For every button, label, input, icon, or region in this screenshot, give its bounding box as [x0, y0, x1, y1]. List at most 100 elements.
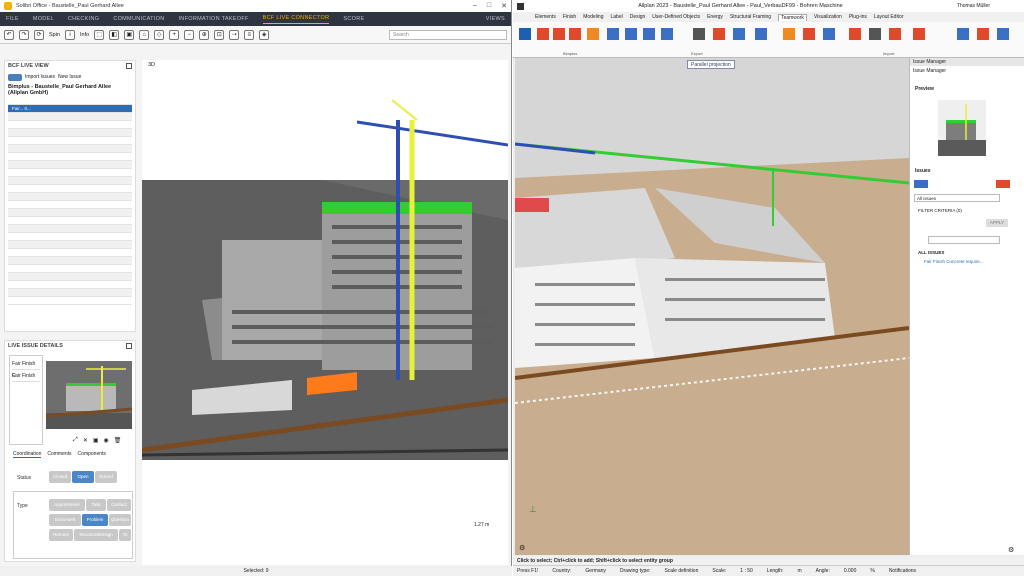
panel-maximize-icon[interactable]	[126, 63, 132, 69]
spin-icon[interactable]: ⟳	[34, 29, 44, 40]
table-row[interactable]	[8, 225, 132, 233]
menu-information-takeoff[interactable]: INFORMATION TAKEOFF	[178, 16, 248, 22]
add-issue-icon[interactable]	[914, 180, 928, 188]
list-item[interactable]: Fair Finish C	[12, 358, 40, 379]
issue-list[interactable]: Fair Finish C Fair Finish	[9, 355, 43, 445]
import-more-icon[interactable]	[913, 28, 925, 40]
view-settings-icon[interactable]: ⚙	[519, 544, 525, 552]
import-issues-button[interactable]: Import Issues	[25, 74, 55, 80]
box-icon[interactable]: ▣	[124, 29, 135, 40]
tab-teamwork[interactable]: Teamwork	[778, 13, 807, 21]
table-row[interactable]	[8, 281, 132, 289]
tab-coordination[interactable]: Coordination	[13, 451, 42, 458]
layers-icon[interactable]: ≡	[244, 29, 255, 40]
table-row[interactable]	[8, 161, 132, 169]
issue-icon[interactable]	[587, 28, 599, 40]
import-icon[interactable]	[783, 28, 795, 40]
cube-icon[interactable]: ◇	[154, 29, 165, 40]
solibri-3d-view[interactable]: 3D	[142, 60, 508, 565]
status-open-chip[interactable]: Open	[72, 471, 94, 483]
tab-visualization[interactable]: Visualization	[814, 14, 842, 20]
table-row[interactable]	[8, 265, 132, 273]
menu-communication[interactable]: COMMUNICATION	[113, 16, 164, 22]
camera-icon[interactable]: ◉	[104, 437, 109, 444]
minimize-icon[interactable]: –	[473, 2, 477, 10]
tab-finish[interactable]: Finish	[563, 14, 576, 20]
table-row[interactable]	[8, 217, 132, 225]
undo-icon[interactable]: ↶	[4, 29, 14, 40]
type-remark-chip[interactable]: Remark	[49, 529, 73, 541]
table-row[interactable]	[8, 257, 132, 265]
tab-comments[interactable]: Comments	[47, 451, 71, 458]
zoom-out-icon[interactable]: −	[184, 29, 195, 40]
export-cloud-icon[interactable]	[733, 28, 745, 40]
table-row[interactable]	[8, 297, 132, 305]
settings-icon[interactable]: ⚙	[1008, 546, 1014, 554]
building-model[interactable]	[142, 60, 508, 565]
notifications-button[interactable]: Notifications	[889, 566, 916, 576]
grid-icon[interactable]	[997, 28, 1009, 40]
angle-value[interactable]: 0.000	[844, 566, 857, 576]
pen-icon[interactable]	[977, 28, 989, 40]
refresh-issues-icon[interactable]	[996, 180, 1010, 188]
tab-modeling[interactable]: Modeling	[583, 14, 603, 20]
download-icon[interactable]	[553, 28, 565, 40]
type-problem-chip[interactable]: Problem	[82, 514, 108, 526]
table-row[interactable]	[8, 129, 132, 137]
drawing-type-value[interactable]: Scale definition	[664, 566, 698, 576]
table-row[interactable]	[8, 177, 132, 185]
table-row[interactable]	[8, 185, 132, 193]
table-row[interactable]	[8, 233, 132, 241]
issue-search-input[interactable]	[928, 236, 1000, 244]
select-icon[interactable]: ⬚	[94, 29, 105, 40]
upload-icon[interactable]	[537, 28, 549, 40]
tab-structural-framing[interactable]: Structural Framing	[730, 14, 771, 20]
status-closed-chip[interactable]: Closed	[49, 471, 71, 483]
type-document-chip[interactable]: Document	[49, 514, 81, 526]
maximize-icon[interactable]: □	[487, 2, 491, 10]
type-appointment-chip[interactable]: Appointment	[49, 499, 85, 511]
tab-layout-editor[interactable]: Layout Editor	[874, 14, 903, 20]
export-pdf-icon[interactable]	[643, 28, 655, 40]
tab-components[interactable]: Components	[78, 451, 106, 458]
delete-icon[interactable]: ✕	[83, 437, 88, 444]
close-icon[interactable]: ✕	[501, 2, 507, 10]
cloud-icon[interactable]	[957, 28, 969, 40]
bcf-issue-table[interactable]: Fair... 0...	[8, 97, 132, 305]
bcf-toggle[interactable]	[8, 73, 22, 81]
scale-value[interactable]: 1 : 50	[740, 566, 753, 576]
type-task-chip[interactable]: Task	[86, 499, 106, 511]
bimplus-icon[interactable]	[519, 28, 531, 40]
panel-maximize-icon[interactable]	[126, 343, 132, 349]
table-row[interactable]	[8, 249, 132, 257]
apply-button[interactable]: APPLY	[986, 219, 1008, 227]
tab-user-defined-objects[interactable]: User-Defined Objects	[652, 14, 700, 20]
tab-plugins[interactable]: Plug-ins	[849, 14, 867, 20]
table-row[interactable]	[8, 121, 132, 129]
sections-icon[interactable]: ◈	[259, 29, 270, 40]
tab-energy[interactable]: Energy	[707, 14, 723, 20]
table-row[interactable]	[8, 145, 132, 153]
menu-views[interactable]: VIEWS	[486, 16, 505, 22]
building-model-allplan[interactable]	[515, 58, 909, 555]
table-row[interactable]	[8, 201, 132, 209]
sync-icon[interactable]	[569, 28, 581, 40]
tab-elements[interactable]: Elements	[535, 14, 556, 20]
parallel-projection-badge[interactable]: Parallel projection	[687, 60, 735, 69]
import-ifc-icon[interactable]	[803, 28, 815, 40]
allplan-3d-view[interactable]: Parallel projection ⊥ ⚙	[515, 58, 909, 555]
type-structuraldesign-chip[interactable]: StructuralDesign	[74, 529, 118, 541]
menu-score[interactable]: SCORE	[343, 16, 364, 22]
length-unit[interactable]: m	[797, 566, 801, 576]
rhino-import-icon[interactable]	[869, 28, 881, 40]
tab-label[interactable]: Label	[610, 14, 622, 20]
home-icon[interactable]: ⌂	[139, 29, 150, 40]
country-value[interactable]: Germany	[585, 566, 606, 576]
table-row[interactable]: Fair... 0...	[8, 105, 132, 113]
tab-design[interactable]: Design	[630, 14, 646, 20]
menu-model[interactable]: MODEL	[33, 16, 54, 22]
info-label[interactable]: Info	[80, 32, 89, 38]
issue-filter-select[interactable]: All issues	[914, 194, 1000, 202]
all-issues-heading[interactable]: ALL ISSUES	[918, 250, 944, 255]
export-more-icon[interactable]	[755, 28, 767, 40]
